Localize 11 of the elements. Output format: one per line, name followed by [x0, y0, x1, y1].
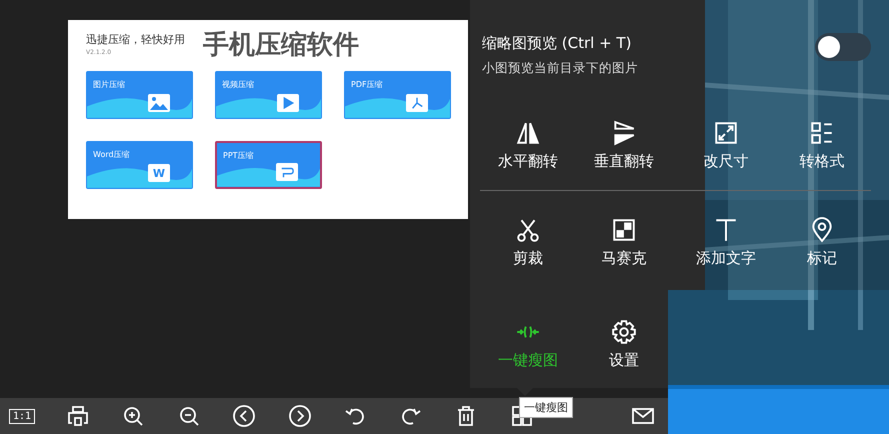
- menu-description: 小图预览当前目录下的图片: [482, 60, 638, 77]
- tile-label: PPT压缩: [222, 150, 254, 161]
- tile-label: PDF压缩: [350, 79, 383, 90]
- image-subtitle: 迅捷压缩，轻快好用: [86, 32, 185, 47]
- tile-label: 图片压缩: [92, 79, 125, 90]
- word-glyph: W: [152, 166, 166, 180]
- tile-label: 视频压缩: [221, 79, 254, 90]
- menu-title: 缩略图预览 (Ctrl + T): [482, 33, 632, 54]
- tile-label: Word压缩: [92, 149, 130, 160]
- tooltip: 一键瘦图: [519, 397, 573, 418]
- image-headline: 手机压缩软件: [203, 30, 359, 60]
